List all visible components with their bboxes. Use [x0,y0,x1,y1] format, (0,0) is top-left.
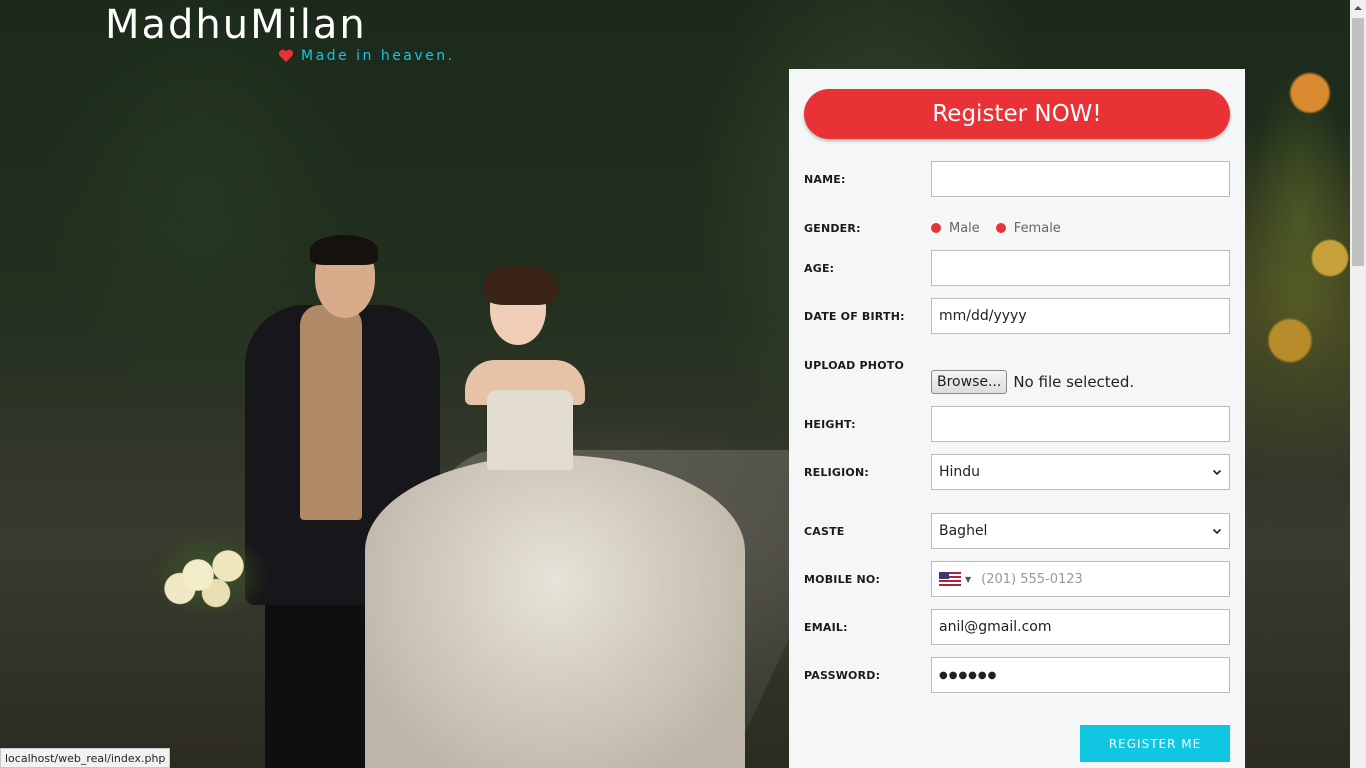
groom-hair [310,235,378,265]
radio-dot-icon[interactable] [931,223,941,233]
chevron-down-icon [1212,469,1222,476]
gender-radio-group: Male Female [931,221,1061,236]
mobile-input[interactable]: ▼ (201) 555-0123 [931,561,1230,597]
height-row: HEIGHT: [804,406,1230,442]
password-input[interactable]: ●●●●●● [931,657,1230,693]
mobile-row: MOBILE NO: ▼ (201) 555-0123 [804,561,1230,597]
dob-row: DATE OF BIRTH: mm/dd/yyyy [804,298,1230,334]
page-scrollbar[interactable] [1350,0,1366,768]
autumn-leaves [1250,60,1350,390]
gender-label: GENDER: [804,221,861,235]
site-tagline: Made in heaven. [278,48,455,64]
browse-button[interactable]: Browse... [931,370,1008,394]
age-input[interactable] [931,250,1230,286]
religion-label: RELIGION: [804,465,869,479]
caste-selected: Baghel [939,523,988,539]
dob-label: DATE OF BIRTH: [804,309,905,323]
name-row: NAME: [804,161,1230,197]
radio-dot-icon[interactable] [995,223,1006,233]
email-label: EMAIL: [804,620,848,634]
register-now-banner: Register NOW! [804,89,1230,139]
mobile-placeholder: (201) 555-0123 [981,571,1083,587]
caste-label: CASTE [804,524,845,538]
us-flag-icon[interactable] [939,572,961,586]
mobile-label: MOBILE NO: [804,572,881,586]
site-logo-title[interactable]: MadhuMilan [105,2,367,48]
heart-icon [278,49,294,62]
file-status: No file selected. [1013,373,1135,391]
photo-row: UPLOAD PHOTO Browse... No file selected. [804,346,1230,396]
scroll-up-arrow-icon[interactable] [1353,3,1363,13]
scrollbar-thumb[interactable] [1352,18,1364,266]
age-row: AGE: [804,250,1230,286]
bride-dress [365,455,745,768]
password-label: PASSWORD: [804,668,881,682]
country-caret-icon[interactable]: ▼ [965,575,971,584]
name-input[interactable] [931,161,1230,197]
gender-radio-female[interactable]: Female [995,221,1061,236]
password-row: PASSWORD: ●●●●●● [804,657,1230,693]
status-bar-url: localhost/web_real/index.php [0,748,171,768]
caste-select[interactable]: Baghel [931,513,1230,549]
dob-input[interactable]: mm/dd/yyyy [931,298,1230,334]
gender-radio-male[interactable]: Male [931,221,980,236]
bride-bodice [487,390,573,470]
registration-form-panel: Register NOW! NAME: GENDER: Male Female … [789,69,1245,768]
religion-selected: Hindu [939,464,981,480]
bride-hair [483,265,558,305]
photo-label: UPLOAD PHOTO [804,359,905,372]
tagline-text: Made in heaven. [301,48,455,64]
gender-row: GENDER: Male Female [804,210,1230,246]
photo-file-input: Browse... No file selected. [931,370,1134,394]
age-label: AGE: [804,261,835,275]
name-label: NAME: [804,172,846,186]
email-row: EMAIL: anil@gmail.com [804,609,1230,645]
flower-bouquet [150,530,270,620]
height-input[interactable] [931,406,1230,442]
height-label: HEIGHT: [804,417,856,431]
caste-row: CASTE Baghel [804,513,1230,549]
religion-select[interactable]: Hindu [931,454,1230,490]
email-input[interactable]: anil@gmail.com [931,609,1230,645]
gender-female-label[interactable]: Female [1014,221,1061,236]
chevron-down-icon [1212,528,1222,535]
groom-sweater [300,305,362,520]
register-me-button[interactable]: REGISTER ME [1080,725,1230,762]
religion-row: RELIGION: Hindu [804,454,1230,490]
gender-male-label[interactable]: Male [949,221,980,236]
